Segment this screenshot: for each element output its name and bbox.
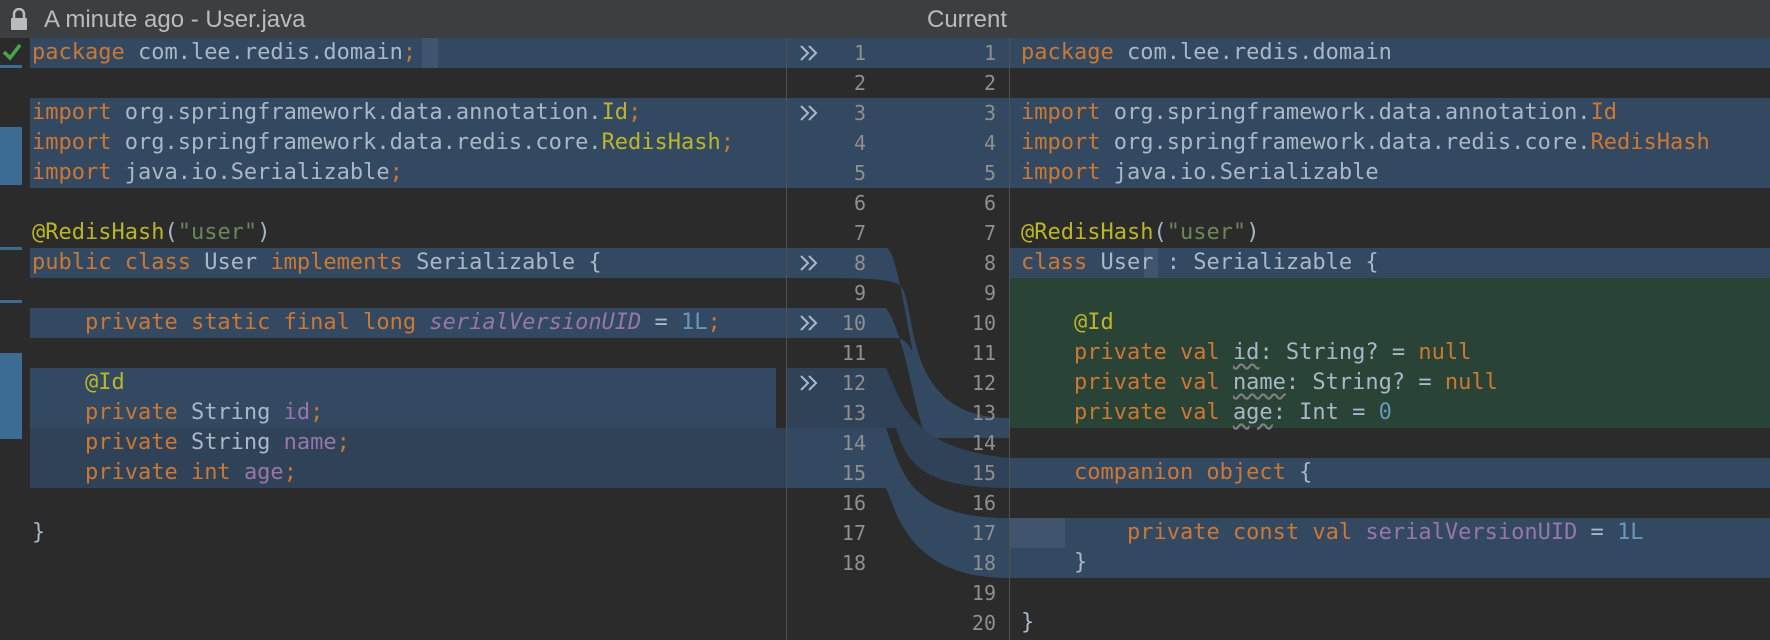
code-line: private val id: String? = null [1073, 340, 1472, 365]
left-line-number: 1 [853, 41, 866, 65]
gutter-change-marker[interactable] [0, 127, 22, 185]
right-line-number: 3 [983, 101, 996, 125]
right-line-number: 20 [971, 611, 996, 635]
left-line-number: 2 [853, 71, 866, 95]
left-line-number: 6 [853, 191, 866, 215]
left-line-number: 17 [841, 521, 866, 545]
code-line: private String id; [84, 400, 324, 425]
code-line: } [1021, 550, 1088, 575]
right-line-number: 10 [971, 311, 996, 335]
code-line: companion object { [1073, 460, 1313, 485]
diff-header: A minute ago - User.java Current [0, 0, 1770, 38]
left-line-number: 18 [841, 551, 866, 575]
right-line-number: 7 [983, 221, 996, 245]
right-line-number: 19 [971, 581, 996, 605]
right-pane-title: Current [927, 6, 1008, 33]
left-line-number: 14 [841, 431, 866, 455]
lock-icon [11, 8, 27, 30]
right-line-number: 2 [983, 71, 996, 95]
code-line: private int age; [84, 460, 297, 485]
gutter-change-marker[interactable] [0, 65, 22, 68]
code-line: package com.lee.redis.domain [1021, 40, 1392, 65]
right-line-number: 9 [983, 281, 996, 305]
code-line: @RedisHash("user") [1021, 220, 1260, 245]
code-line: import org.springframework.data.redis.co… [1021, 130, 1710, 155]
code-line: package com.lee.redis.domain; [32, 40, 417, 65]
code-line: private static final long serialVersionU… [84, 310, 721, 335]
code-line: private val name: String? = null [1073, 370, 1498, 395]
code-line: import org.springframework.data.annotati… [32, 100, 642, 125]
apply-change-arrow-icon[interactable] [798, 43, 820, 63]
right-line-number: 8 [983, 251, 996, 275]
code-line: @Id [84, 370, 125, 395]
inline-diff [422, 38, 438, 68]
code-line: } [32, 520, 46, 545]
code-line: class User : Serializable { [1021, 250, 1379, 275]
left-editor-pane[interactable]: package com.lee.redis.domain; import org… [0, 38, 786, 640]
left-line-number: 3 [853, 101, 866, 125]
code-line: private String name; [84, 430, 350, 455]
pane-divider [1009, 38, 1010, 640]
right-line-number: 11 [971, 341, 996, 365]
left-line-number: 11 [841, 341, 866, 365]
gutter-change-marker[interactable] [0, 300, 22, 303]
right-line-number: 15 [971, 461, 996, 485]
code-line: private const val serialVersionUID = 1L [1126, 520, 1644, 545]
left-line-number: 15 [841, 461, 866, 485]
left-line-number: 12 [841, 371, 866, 395]
right-line-number: 17 [971, 521, 996, 545]
code-line: @RedisHash("user") [32, 220, 271, 245]
left-line-number: 4 [853, 131, 866, 155]
right-line-number: 13 [971, 401, 996, 425]
right-line-number: 5 [983, 161, 996, 185]
gutter-change-marker[interactable] [0, 353, 22, 439]
gutter-change-marker[interactable] [0, 247, 22, 250]
apply-change-arrow-icon[interactable] [798, 373, 820, 393]
left-line-number: 13 [841, 401, 866, 425]
diff-gutter: 1 2 3 4 5 6 7 8 9 10 11 12 13 14 15 16 1… [786, 38, 1009, 640]
left-line-number: 8 [853, 251, 866, 275]
code-line: } [1021, 610, 1035, 635]
right-line-number: 12 [971, 371, 996, 395]
right-line-number: 6 [983, 191, 996, 215]
code-line: @Id [1073, 310, 1114, 335]
left-pane-title: A minute ago - User.java [44, 6, 306, 33]
left-line-number: 10 [841, 311, 866, 335]
left-line-number: 9 [853, 281, 866, 305]
pane-divider [786, 38, 787, 640]
code-line: private val age: Int = 0 [1073, 400, 1392, 425]
left-line-number: 7 [853, 221, 866, 245]
apply-change-arrow-icon[interactable] [798, 103, 820, 123]
left-line-number: 16 [841, 491, 866, 515]
right-line-number: 16 [971, 491, 996, 515]
code-line: import org.springframework.data.annotati… [1021, 100, 1618, 125]
code-line: import org.springframework.data.redis.co… [32, 130, 735, 155]
right-editor-pane[interactable]: package com.lee.redis.domain import org.… [1009, 38, 1770, 640]
checkmark-icon[interactable] [2, 43, 22, 61]
right-line-number: 18 [971, 551, 996, 575]
code-line: import java.io.Serializable [1021, 160, 1379, 185]
code-line: public class User implements Serializabl… [32, 250, 602, 275]
right-line-number: 14 [971, 431, 996, 455]
apply-change-arrow-icon[interactable] [798, 253, 820, 273]
right-line-number: 1 [983, 41, 996, 65]
left-line-number: 5 [853, 161, 866, 185]
code-line: import java.io.Serializable; [32, 160, 403, 185]
apply-change-arrow-icon[interactable] [798, 313, 820, 333]
right-line-number: 4 [983, 131, 996, 155]
